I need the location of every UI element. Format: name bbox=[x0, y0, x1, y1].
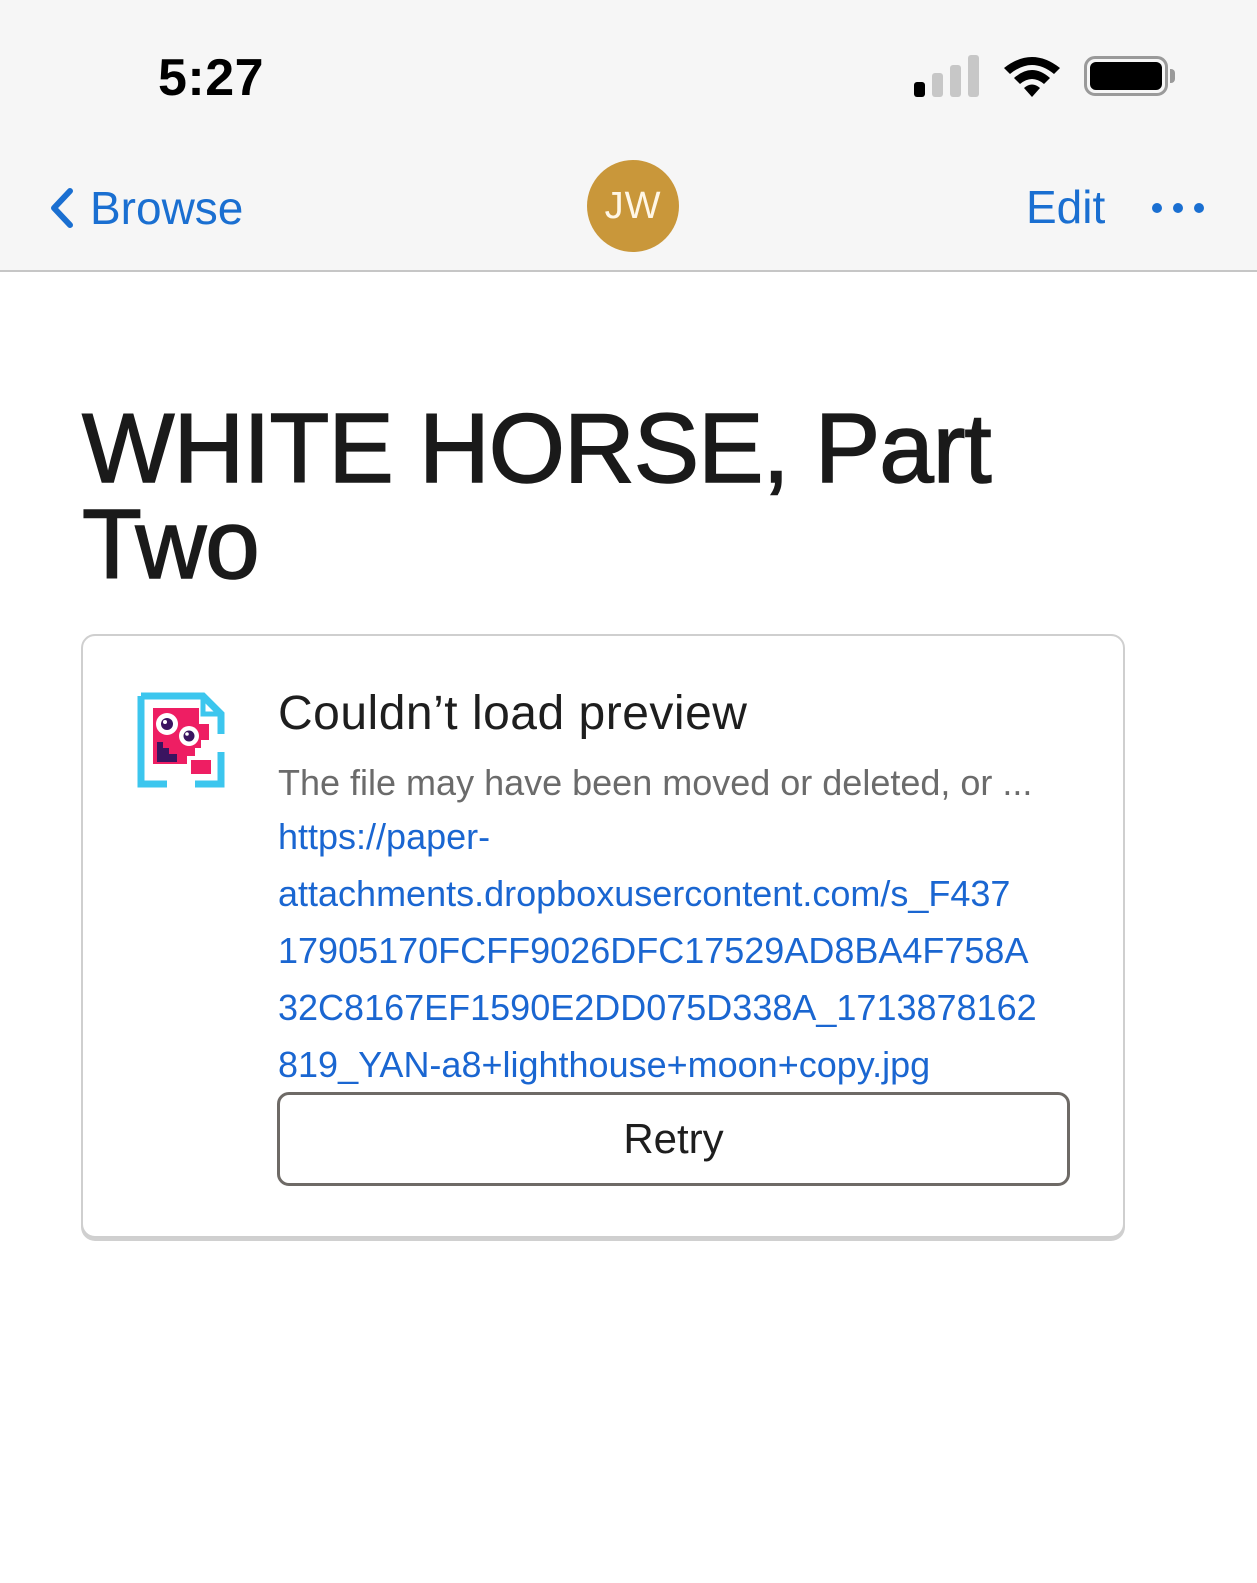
edit-button[interactable]: Edit bbox=[1026, 180, 1105, 234]
preview-error-heading: Couldn’t load preview bbox=[278, 687, 748, 740]
attachment-link-line[interactable]: https://paper- bbox=[278, 808, 1078, 865]
signal-bar bbox=[950, 65, 961, 97]
retry-button[interactable]: Retry bbox=[277, 1092, 1070, 1186]
signal-bar bbox=[932, 73, 943, 97]
chevron-left-icon bbox=[51, 188, 73, 228]
preview-error-card: Couldn’t load preview The file may have … bbox=[81, 634, 1125, 1238]
attachment-link-line[interactable]: 17905170FCFF9026DFC17529AD8BA4F758A bbox=[278, 922, 1078, 979]
signal-bar bbox=[968, 55, 979, 97]
preview-error-message: The file may have been moved or deleted,… bbox=[278, 762, 1033, 803]
document-title: WHITE HORSE, Part Two bbox=[81, 393, 992, 599]
more-options-button[interactable] bbox=[1152, 198, 1204, 218]
battery-fill bbox=[1090, 62, 1162, 90]
cellular-signal-icon bbox=[914, 55, 979, 97]
attachment-link-line[interactable]: 32C8167EF1590E2DD075D338A_1713878162 bbox=[278, 979, 1078, 1036]
ellipsis-icon-dot bbox=[1194, 203, 1204, 213]
ellipsis-icon-dot bbox=[1173, 203, 1183, 213]
status-bar: 5:27 bbox=[0, 0, 1257, 150]
back-label: Browse bbox=[90, 182, 244, 234]
status-time: 5:27 bbox=[158, 49, 265, 107]
avatar[interactable]: JW bbox=[587, 160, 679, 252]
attachment-link[interactable]: https://paper- attachments.dropboxuserco… bbox=[278, 808, 1078, 1093]
attachment-link-line[interactable]: 819_YAN-a8+lighthouse+moon+copy.jpg bbox=[278, 1036, 1078, 1093]
broken-file-icon bbox=[137, 692, 225, 788]
battery-icon bbox=[1084, 56, 1175, 96]
back-button[interactable]: Browse bbox=[48, 180, 243, 236]
ellipsis-icon-dot bbox=[1152, 203, 1162, 213]
wifi-icon bbox=[1004, 57, 1060, 97]
signal-bar bbox=[914, 82, 925, 97]
attachment-link-line[interactable]: attachments.dropboxusercontent.com/s_F43… bbox=[278, 865, 1078, 922]
navigation-bar: Browse JW Edit bbox=[0, 150, 1257, 272]
